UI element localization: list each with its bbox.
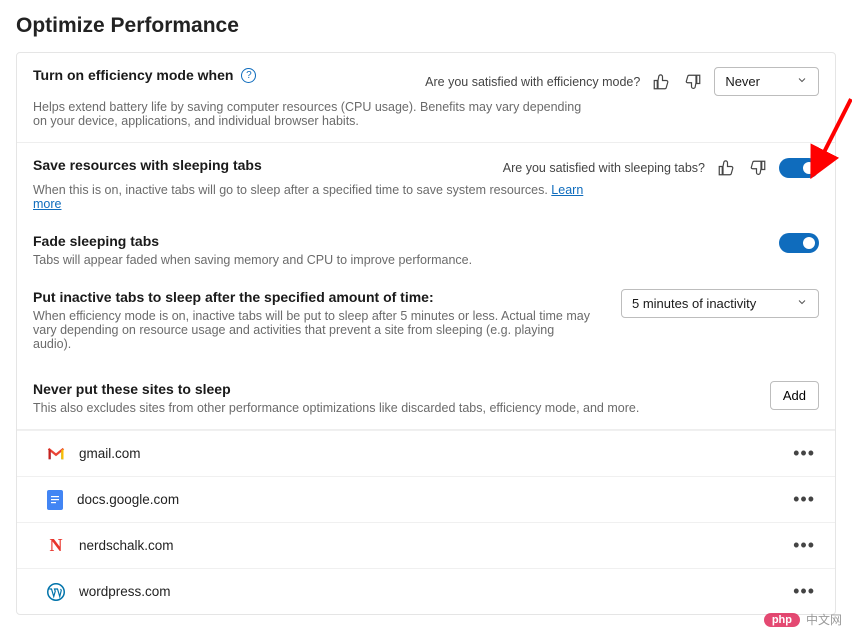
more-options-icon[interactable]: •••	[789, 443, 819, 464]
sleeping-tabs-toggle[interactable]	[779, 158, 819, 178]
thumbs-up-icon[interactable]	[715, 157, 737, 179]
thumbs-down-icon[interactable]	[747, 157, 769, 179]
site-name: wordpress.com	[79, 584, 775, 599]
sleep-timer-select[interactable]: 5 minutes of inactivity	[621, 289, 819, 318]
efficiency-feedback-question: Are you satisfied with efficiency mode?	[425, 75, 640, 89]
wordpress-icon	[47, 583, 65, 601]
gmail-icon	[47, 445, 65, 463]
sleeping-feedback-question: Are you satisfied with sleeping tabs?	[503, 161, 705, 175]
more-options-icon[interactable]: •••	[789, 535, 819, 556]
efficiency-mode-select[interactable]: Never	[714, 67, 819, 96]
more-options-icon[interactable]: •••	[789, 581, 819, 602]
efficiency-mode-select-value: Never	[725, 74, 760, 89]
watermark-text: 中文网	[806, 611, 842, 628]
thumbs-down-icon[interactable]	[682, 71, 704, 93]
fade-desc: Tabs will appear faded when saving memor…	[33, 253, 593, 267]
site-name: docs.google.com	[77, 492, 775, 507]
site-name: gmail.com	[79, 446, 775, 461]
site-row: N nerdschalk.com •••	[17, 522, 835, 568]
site-name: nerdschalk.com	[79, 538, 775, 553]
sleep-timer-select-value: 5 minutes of inactivity	[632, 296, 756, 311]
site-row: gmail.com •••	[17, 430, 835, 476]
site-row: wordpress.com •••	[17, 568, 835, 614]
watermark: php 中文网	[764, 611, 842, 628]
section-sleeping-tabs: Save resources with sleeping tabs Are yo…	[17, 143, 835, 430]
fade-title: Fade sleeping tabs	[33, 233, 767, 249]
more-options-icon[interactable]: •••	[789, 489, 819, 510]
never-sleep-title: Never put these sites to sleep	[33, 381, 758, 397]
nerdschalk-icon: N	[47, 537, 65, 555]
page-title: Optimize Performance	[16, 14, 836, 38]
chevron-down-icon	[796, 74, 808, 89]
add-site-button[interactable]: Add	[770, 381, 819, 410]
chevron-down-icon	[796, 296, 808, 311]
efficiency-title: Turn on efficiency mode when	[33, 67, 233, 83]
timer-title: Put inactive tabs to sleep after the spe…	[33, 289, 609, 305]
section-efficiency-mode: Turn on efficiency mode when ? Are you s…	[17, 53, 835, 143]
watermark-pill: php	[764, 613, 800, 627]
fade-tabs-toggle[interactable]	[779, 233, 819, 253]
google-docs-icon	[47, 490, 63, 510]
timer-desc: When efficiency mode is on, inactive tab…	[33, 309, 593, 351]
thumbs-up-icon[interactable]	[650, 71, 672, 93]
settings-card: Turn on efficiency mode when ? Are you s…	[16, 52, 836, 615]
sleeping-desc: When this is on, inactive tabs will go t…	[33, 183, 593, 211]
sleeping-title: Save resources with sleeping tabs	[33, 157, 491, 173]
help-icon[interactable]: ?	[241, 68, 256, 83]
efficiency-desc: Helps extend battery life by saving comp…	[33, 100, 593, 128]
never-sleep-desc: This also excludes sites from other perf…	[33, 401, 713, 415]
site-row: docs.google.com •••	[17, 476, 835, 522]
